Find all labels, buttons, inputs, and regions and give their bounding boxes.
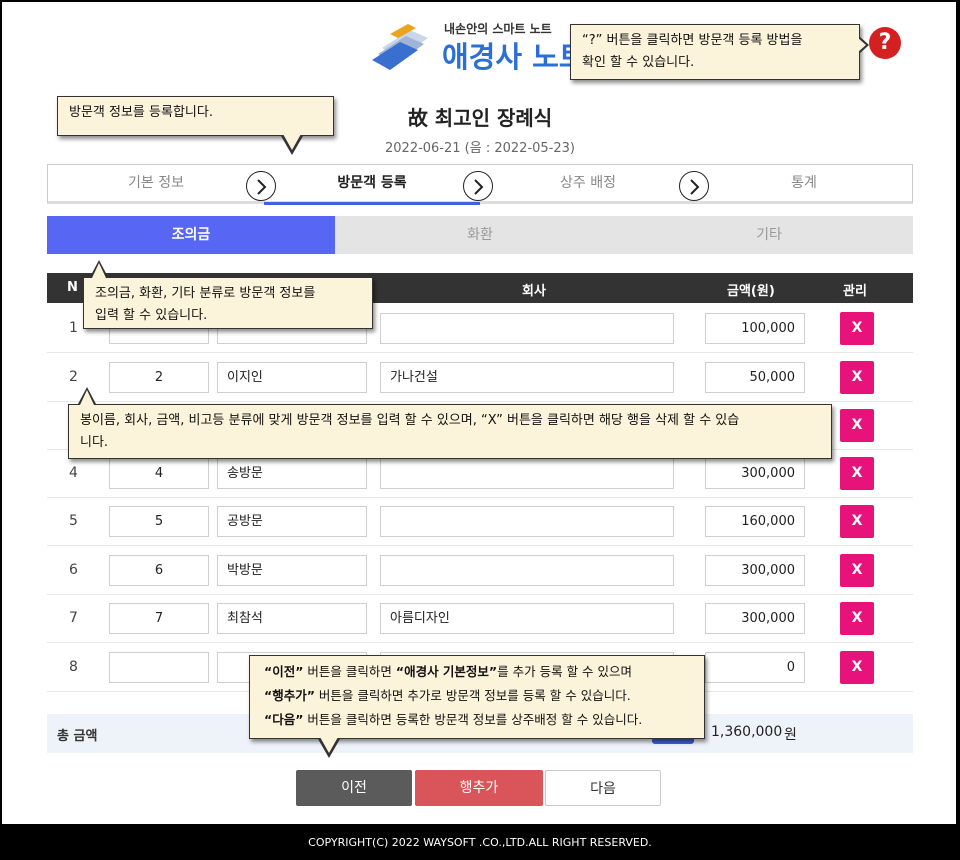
table-row: 5 5 공방문 160,000 X bbox=[47, 497, 913, 546]
header-manage: 관리 bbox=[843, 284, 867, 299]
tooltip-rows: 봉이름, 회사, 금액, 비고등 분류에 맞게 방문객 정보를 입력 할 수 있… bbox=[68, 404, 832, 459]
no-field[interactable]: 2 bbox=[109, 362, 209, 393]
tooltip-tail bbox=[283, 134, 301, 150]
name-field[interactable]: 이지인 bbox=[217, 362, 367, 393]
step-statistics[interactable]: 통계 bbox=[696, 165, 912, 203]
company-field[interactable] bbox=[380, 555, 674, 586]
amount-field[interactable]: 300,000 bbox=[705, 458, 805, 489]
tooltip-text: 버튼을 클릭하면 bbox=[303, 664, 396, 679]
tooltip-category: 조의금, 화환, 기타 분류로 방문객 정보를 입력 할 수 있습니다. bbox=[83, 277, 373, 329]
tooltip-text: 를 추가 등록 할 수 있으며 bbox=[497, 664, 633, 679]
header-amount: 금액(원) bbox=[727, 284, 775, 299]
tooltip-line: “이전” 버튼을 클릭하면 “애경사 기본정보”를 추가 등록 할 수 있으며 bbox=[264, 660, 690, 684]
no-field[interactable]: 4 bbox=[109, 458, 209, 489]
tooltip-bold-basic-info: “애경사 기본정보” bbox=[395, 664, 498, 679]
logo-title: 애경사 노트 bbox=[442, 40, 586, 74]
tooltip-bold-add-row: “행추가” bbox=[264, 688, 315, 703]
tooltip-bold-prev: “이전” bbox=[264, 664, 304, 679]
name-field[interactable]: 공방문 bbox=[217, 506, 367, 537]
tooltip-line: 조의금, 화환, 기타 분류로 방문객 정보를 bbox=[95, 286, 316, 301]
delete-row-button[interactable]: X bbox=[840, 651, 874, 684]
total-label: 총 금액 bbox=[57, 729, 98, 744]
company-field[interactable] bbox=[380, 458, 674, 489]
step-visitor-register[interactable]: 방문객 등록 bbox=[264, 165, 480, 203]
company-field[interactable] bbox=[380, 313, 674, 344]
step-basic-info[interactable]: 기본 정보 bbox=[48, 165, 264, 203]
tooltip-line: 입력 할 수 있습니다. bbox=[95, 308, 208, 323]
amount-field[interactable]: 100,000 bbox=[705, 313, 805, 344]
company-field[interactable]: 아름디자인 bbox=[380, 603, 674, 634]
tooltip-line: 봉이름, 회사, 금액, 비고등 분류에 맞게 방문객 정보를 입력 할 수 있… bbox=[80, 413, 740, 428]
tooltip-line: 방문객 정보를 등록합니다. bbox=[69, 105, 213, 120]
tooltip-line: “다음” 버튼을 클릭하면 등록한 방문객 정보를 상주배정 할 수 있습니다. bbox=[264, 708, 690, 732]
tooltip-line: “?” 버튼을 클릭하면 방문객 등록 방법을 bbox=[582, 33, 803, 48]
tooltip-register: 방문객 정보를 등록합니다. bbox=[57, 96, 334, 136]
row-index: 5 bbox=[69, 513, 78, 529]
prev-button[interactable]: 이전 bbox=[296, 770, 412, 806]
delete-row-button[interactable]: X bbox=[840, 312, 874, 345]
row-index: 6 bbox=[69, 562, 78, 578]
row-index: 4 bbox=[69, 465, 78, 481]
tooltip-tail bbox=[92, 263, 106, 278]
tooltip-text: 버튼을 클릭하면 추가로 방문객 정보를 등록 할 수 있습니다. bbox=[314, 688, 631, 703]
header-company: 회사 bbox=[522, 284, 546, 299]
step-bar: 기본 정보 방문객 등록 상주 배정 통계 bbox=[47, 164, 913, 205]
step-active-indicator bbox=[264, 202, 480, 205]
tooltip-nav: “이전” 버튼을 클릭하면 “애경사 기본정보”를 추가 등록 할 수 있으며 … bbox=[249, 655, 705, 739]
amount-field[interactable]: 300,000 bbox=[705, 555, 805, 586]
tooltip-tail bbox=[80, 390, 94, 405]
next-button[interactable]: 다음 bbox=[545, 770, 661, 806]
event-date: 2022-06-21 (음 : 2022-05-23) bbox=[385, 141, 575, 156]
name-field[interactable]: 최참석 bbox=[217, 603, 367, 634]
delete-row-button[interactable]: X bbox=[840, 409, 874, 442]
tab-other[interactable]: 기타 bbox=[625, 216, 913, 254]
name-field[interactable]: 박방문 bbox=[217, 555, 367, 586]
logo-icon bbox=[372, 24, 428, 70]
amount-field[interactable]: 300,000 bbox=[705, 603, 805, 634]
amount-field[interactable]: 50,000 bbox=[705, 362, 805, 393]
tooltip-text: 버튼을 클릭하면 등록한 방문객 정보를 상주배정 할 수 있습니다. bbox=[303, 712, 643, 727]
tooltip-line: 니다. bbox=[80, 435, 109, 450]
chevron-right-icon bbox=[463, 171, 493, 201]
company-field[interactable] bbox=[380, 506, 674, 537]
row-index: 8 bbox=[69, 659, 78, 675]
company-field[interactable]: 가나건설 bbox=[380, 362, 674, 393]
total-amount: 1,360,000 bbox=[711, 724, 783, 740]
no-field[interactable] bbox=[109, 652, 209, 683]
no-field[interactable]: 7 bbox=[109, 603, 209, 634]
table-row: 6 6 박방문 300,000 X bbox=[47, 546, 913, 595]
row-index: 2 bbox=[69, 369, 78, 385]
tab-wreath[interactable]: 화환 bbox=[335, 216, 625, 254]
tooltip-tail bbox=[320, 737, 338, 753]
tab-condolence-money[interactable]: 조의금 bbox=[47, 216, 335, 254]
footer-copyright: COPYRIGHT(C) 2022 WAYSOFT .CO.,LTD.ALL R… bbox=[0, 826, 960, 860]
table-row: 7 7 최참석 아름디자인 300,000 X bbox=[47, 594, 913, 643]
tooltip-bold-next: “다음” bbox=[264, 712, 304, 727]
delete-row-button[interactable]: X bbox=[840, 505, 874, 538]
delete-row-button[interactable]: X bbox=[840, 361, 874, 394]
table-row: 2 2 이지인 가나건설 50,000 X bbox=[47, 353, 913, 402]
delete-row-button[interactable]: X bbox=[840, 554, 874, 587]
delete-row-button[interactable]: X bbox=[840, 457, 874, 490]
step-host-assign[interactable]: 상주 배정 bbox=[480, 165, 696, 203]
no-field[interactable]: 5 bbox=[109, 506, 209, 537]
total-unit: 원 bbox=[784, 727, 797, 743]
tooltip-line: “행추가” 버튼을 클릭하면 추가로 방문객 정보를 등록 할 수 있습니다. bbox=[264, 684, 690, 708]
row-index: 1 bbox=[69, 320, 78, 336]
tooltip-help: “?” 버튼을 클릭하면 방문객 등록 방법을 확인 할 수 있습니다. bbox=[570, 24, 860, 80]
amount-field[interactable]: 0 bbox=[705, 652, 805, 683]
help-button[interactable]: ? bbox=[869, 27, 901, 59]
name-field[interactable]: 송방문 bbox=[217, 458, 367, 489]
chevron-right-icon bbox=[679, 171, 709, 201]
tooltip-tail bbox=[858, 38, 866, 52]
no-field[interactable]: 6 bbox=[109, 555, 209, 586]
amount-field[interactable]: 160,000 bbox=[705, 506, 805, 537]
header-no: N bbox=[67, 280, 78, 295]
chevron-right-icon bbox=[246, 171, 276, 201]
delete-row-button[interactable]: X bbox=[840, 602, 874, 635]
tooltip-line: 확인 할 수 있습니다. bbox=[582, 55, 695, 70]
row-index: 7 bbox=[69, 610, 78, 626]
add-row-button[interactable]: 행추가 bbox=[415, 770, 543, 806]
